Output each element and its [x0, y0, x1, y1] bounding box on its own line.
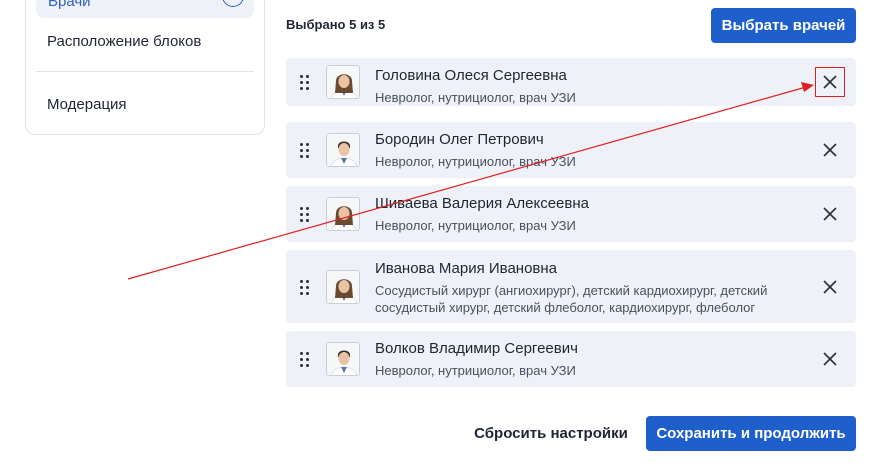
doctor-specialty: Невролог, нутрициолог, врач УЗИ — [375, 218, 576, 233]
female-doctor-avatar — [326, 197, 360, 231]
female-doctor-avatar — [326, 269, 360, 304]
status-circle-icon — [222, 0, 244, 7]
doctor-row[interactable]: Иванова Мария Ивановна Сосудистый хирург … — [286, 250, 856, 323]
close-icon — [823, 279, 837, 294]
drag-handle-icon[interactable] — [300, 74, 310, 90]
doctor-name: Шиваева Валерия Алексеевна — [375, 195, 589, 212]
doctor-row[interactable]: Волков Владимир Сергеевич Невролог, нутри… — [286, 331, 856, 387]
sidebar-item-doctors[interactable]: Врачи — [36, 0, 254, 18]
doctor-specialty: Невролог, нутрициолог, врач УЗИ — [375, 154, 576, 169]
drag-handle-icon[interactable] — [300, 206, 310, 222]
male-doctor-avatar — [326, 342, 360, 376]
sidebar-item-blocks-layout[interactable]: Расположение блоков — [47, 33, 201, 50]
reset-settings-button[interactable]: Сбросить настройки — [466, 416, 636, 451]
close-icon — [823, 75, 837, 89]
doctor-name: Бородин Олег Петрович — [375, 131, 544, 148]
female-doctor-avatar — [326, 65, 360, 99]
sidebar-item-moderation[interactable]: Модерация — [47, 96, 127, 113]
remove-doctor-button[interactable] — [815, 67, 845, 97]
doctor-name: Иванова Мария Ивановна — [375, 260, 558, 277]
drag-handle-icon[interactable] — [300, 279, 310, 295]
doctor-specialty: Невролог, нутрициолог, врач УЗИ — [375, 363, 576, 378]
close-icon — [823, 143, 837, 157]
doctor-name: Волков Владимир Сергеевич — [375, 340, 578, 357]
drag-handle-icon[interactable] — [300, 351, 310, 367]
remove-doctor-button[interactable] — [816, 273, 844, 301]
male-doctor-avatar — [326, 133, 360, 167]
settings-sidebar: Врачи Расположение блоков Модерация — [25, 0, 265, 135]
sidebar-divider — [36, 71, 254, 72]
save-continue-button[interactable]: Сохранить и продолжить — [646, 416, 856, 451]
sidebar-item-doctors-label: Врачи — [48, 0, 91, 10]
remove-doctor-button[interactable] — [816, 200, 844, 228]
remove-doctor-button[interactable] — [816, 345, 844, 373]
selected-count: Выбрано 5 из 5 — [286, 17, 386, 32]
drag-handle-icon[interactable] — [300, 142, 310, 158]
doctor-row[interactable]: Головина Олеся Сергеевна Невролог, нутриц… — [286, 58, 856, 106]
doctor-row[interactable]: Шиваева Валерия Алексеевна Невролог, нутр… — [286, 186, 856, 242]
doctor-specialty: Сосудистый хирург (ангиохирург), детский… — [375, 283, 768, 315]
close-icon — [823, 352, 837, 366]
doctor-name: Головина Олеся Сергеевна — [375, 67, 567, 84]
remove-doctor-button[interactable] — [816, 136, 844, 164]
doctor-specialty: Невролог, нутрициолог, врач УЗИ — [375, 90, 576, 105]
select-doctors-button[interactable]: Выбрать врачей — [711, 8, 856, 43]
close-icon — [823, 207, 837, 221]
doctor-row[interactable]: Бородин Олег Петрович Невролог, нутрициол… — [286, 122, 856, 178]
